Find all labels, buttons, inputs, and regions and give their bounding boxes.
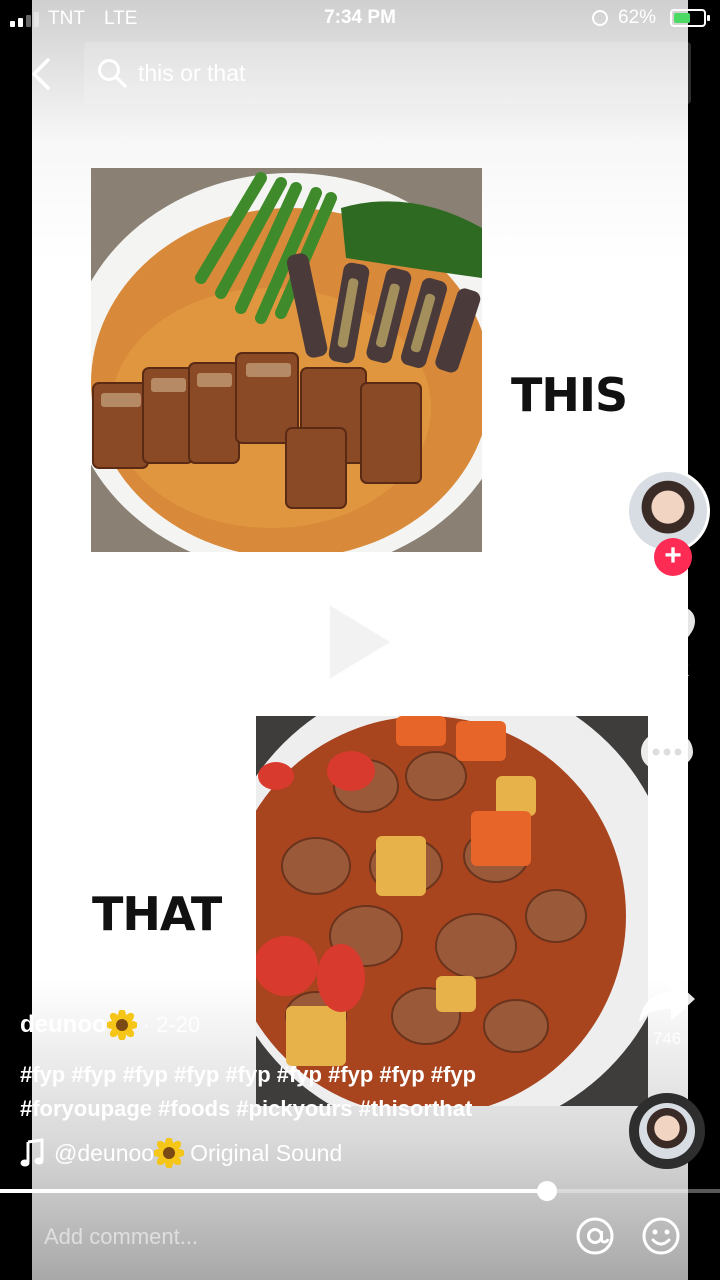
music-note-icon xyxy=(20,1138,44,1167)
follow-button[interactable]: + xyxy=(654,538,692,576)
progress-fill xyxy=(0,1189,548,1193)
share-arrow-icon xyxy=(639,977,695,1023)
comment-button[interactable]: 168 xyxy=(620,727,714,803)
save-button[interactable]: 1083 xyxy=(620,851,714,927)
like-count: 15.0K xyxy=(644,661,690,680)
creator-avatar-button[interactable]: + xyxy=(626,469,710,576)
sound-title: Original Sound xyxy=(190,1139,343,1166)
share-button[interactable]: 746 xyxy=(620,973,714,1049)
chevron-left-icon xyxy=(32,58,50,90)
save-count: 1083 xyxy=(648,907,686,926)
comment-bar: Add comment... xyxy=(0,1200,720,1280)
battery-percent: 62% xyxy=(618,7,657,28)
author-line[interactable]: deunoo · 2-20 xyxy=(20,1010,200,1040)
author-name[interactable]: deunoo xyxy=(20,1011,107,1039)
this-label: THIS xyxy=(511,368,628,422)
description-line: #fyp #fyp #fyp #fyp #fyp #fyp #fyp #fyp … xyxy=(20,1062,477,1087)
play-icon[interactable] xyxy=(320,596,400,688)
food-image-that xyxy=(256,716,648,1106)
sunflower-icon xyxy=(106,1010,137,1040)
search-query: this or that xyxy=(138,59,246,86)
search-icon xyxy=(98,59,127,88)
bookmark-icon xyxy=(651,855,683,901)
orientation-lock-icon xyxy=(592,10,608,26)
mention-at-icon[interactable] xyxy=(574,1215,616,1257)
comment-icon xyxy=(641,731,693,779)
sound-avatar xyxy=(639,1103,695,1159)
search-bar[interactable]: this or that xyxy=(84,42,691,104)
that-label: THAT xyxy=(92,887,222,941)
sound-info[interactable]: @deunoo Original Sound xyxy=(20,1138,342,1168)
battery-level-fill xyxy=(674,13,690,23)
back-button[interactable] xyxy=(22,54,62,94)
sound-disc-button[interactable] xyxy=(629,1093,705,1169)
sunflower-icon xyxy=(154,1138,185,1168)
post-description[interactable]: #fyp #fyp #fyp #fyp #fyp #fyp #fyp #fyp … xyxy=(20,1058,580,1126)
status-bar: TNT LTE 7:34 PM 62% xyxy=(0,0,720,38)
like-button[interactable]: 15.0K xyxy=(620,605,714,681)
comment-count: 168 xyxy=(652,783,682,802)
post-date: · 2-20 xyxy=(142,1012,201,1037)
emoji-icon[interactable] xyxy=(640,1215,682,1257)
clock: 7:34 PM xyxy=(324,7,396,28)
description-line: #foryoupage #foods #pickyours #thisortha… xyxy=(20,1096,473,1121)
sound-author: @deunoo xyxy=(54,1139,155,1166)
food-image-this xyxy=(91,168,482,552)
battery-icon xyxy=(670,9,710,27)
comment-input[interactable]: Add comment... xyxy=(44,1224,198,1250)
playback-progress-bar[interactable] xyxy=(0,1181,720,1201)
share-count: 746 xyxy=(652,1029,682,1048)
heart-icon xyxy=(639,607,695,655)
